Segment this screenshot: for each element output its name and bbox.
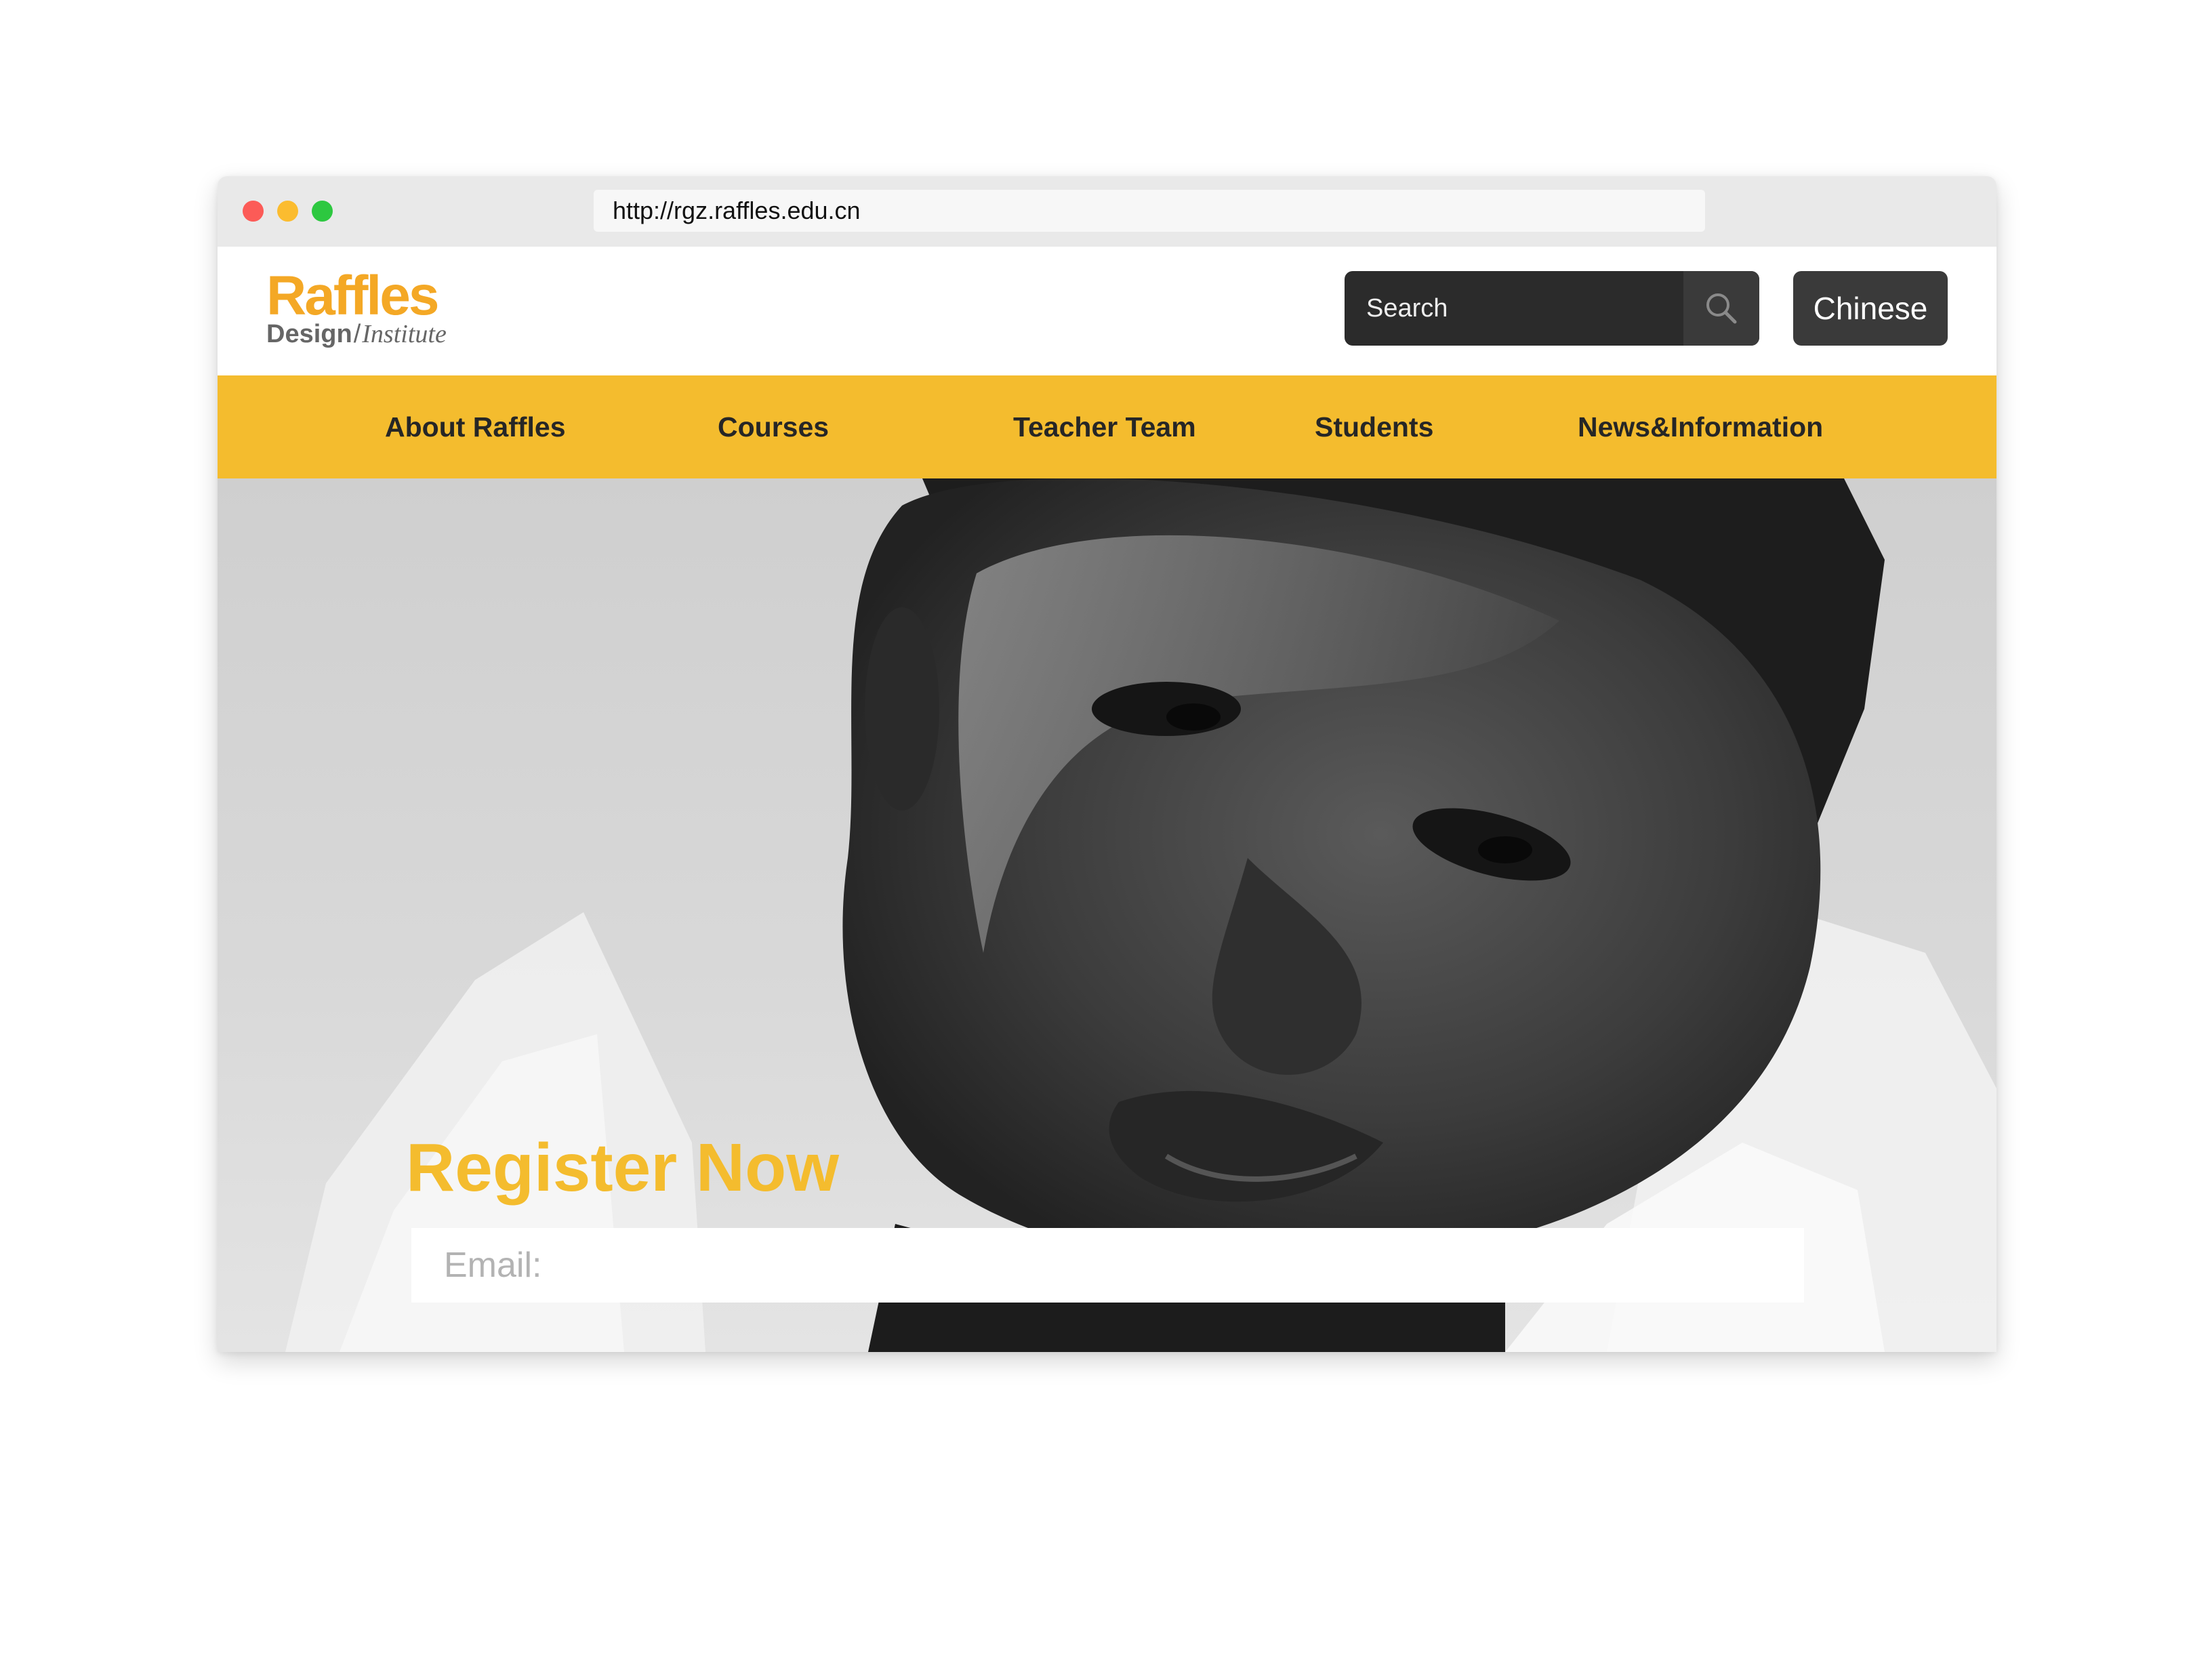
hero-banner: Register Now [218,478,1996,1352]
address-bar[interactable]: http://rgz.raffles.edu.cn [594,190,1705,232]
search-icon [1706,293,1737,324]
nav-item-news-information[interactable]: News&Information [1578,375,1823,478]
logo-wordmark: Raffles [266,265,439,327]
nav-item-students[interactable]: Students [1315,375,1433,478]
site-header: Raffles Design/Institute Search Chinese [218,247,1996,375]
logo-design-text: Design [266,320,352,348]
search-button[interactable] [1683,271,1759,346]
browser-window: http://rgz.raffles.edu.cn Raffles Design… [218,176,1996,1352]
close-window-button[interactable] [243,201,264,222]
nav-item-courses[interactable]: Courses [718,375,829,478]
nav-item-teacher-team[interactable]: Teacher Team [1013,375,1196,478]
logo-subtitle: Design/Institute [266,321,447,347]
search-input[interactable]: Search [1366,271,1448,346]
maximize-window-button[interactable] [312,201,333,222]
browser-titlebar: http://rgz.raffles.edu.cn [218,176,1996,247]
language-toggle-button[interactable]: Chinese [1793,271,1948,346]
nav-item-about-raffles[interactable]: About Raffles [385,375,566,478]
main-nav: About Raffles Courses Teacher Team Stude… [218,375,1996,478]
email-field[interactable] [411,1228,1804,1303]
hero-portrait-image [285,478,1996,1352]
raffles-logo[interactable]: Raffles Design/Institute [266,265,447,348]
search-box[interactable]: Search [1345,271,1759,346]
logo-institute-text: Institute [362,320,447,348]
minimize-window-button[interactable] [277,201,298,222]
register-now-heading: Register Now [406,1130,840,1206]
logo-slash: / [353,320,361,348]
